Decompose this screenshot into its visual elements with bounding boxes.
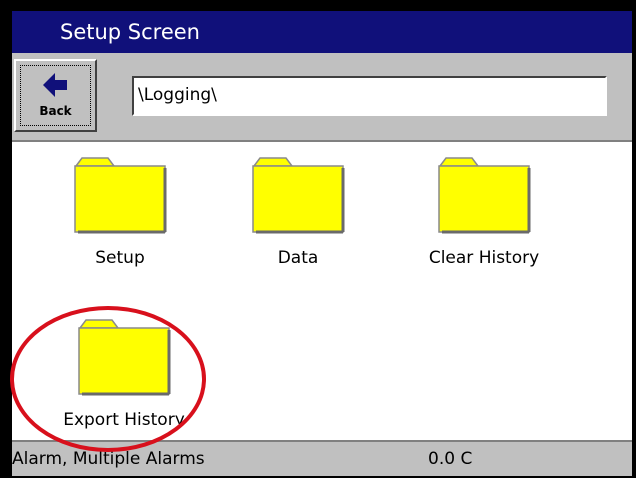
folder-icon [252,157,345,234]
folder-item-setup[interactable]: Setup [40,156,200,286]
folder-item-clear-history[interactable]: Clear History [404,156,564,286]
window-title: Setup Screen [60,20,200,44]
folder-label: Export History [63,410,185,430]
title-bar: Setup Screen [12,11,632,53]
toolbar: Back \Logging\ [12,53,632,140]
status-bar: Alarm, Multiple Alarms 0.0 C [12,440,632,476]
back-button[interactable]: Back [14,59,97,132]
back-button-label: Back [39,104,72,118]
folder-icon [78,319,171,396]
alarm-status: Alarm, Multiple Alarms [12,449,205,469]
folder-item-export-history[interactable]: Export History [44,318,204,448]
path-field[interactable]: \Logging\ [132,76,607,116]
folder-item-data[interactable]: Data [218,156,378,286]
folder-icon [438,157,531,234]
back-arrow-icon [43,73,67,97]
setup-screen-window: Setup Screen Back \Logging\ Setup Data C… [0,0,636,478]
temperature-readout: 0.0 C [428,449,473,469]
folder-label: Data [277,248,319,268]
folder-label: Clear History [428,248,540,268]
folder-icon [74,157,167,234]
folder-browser: Setup Data Clear History Export History [12,140,632,440]
folder-label: Setup [95,248,145,268]
